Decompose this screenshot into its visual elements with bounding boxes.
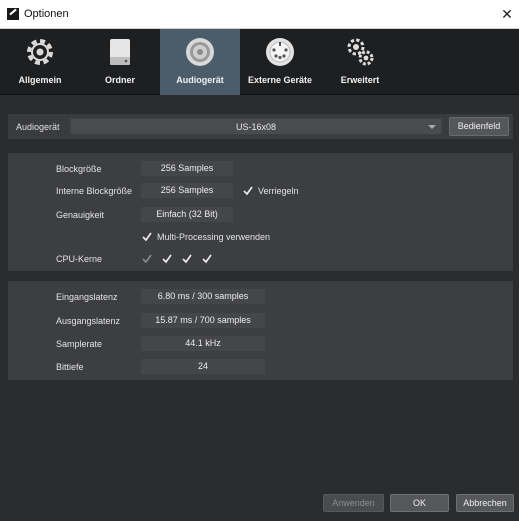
multiprocessing-checkbox[interactable] (142, 232, 152, 242)
gear-icon (27, 39, 53, 65)
block-size-label: Blockgröße (56, 164, 102, 174)
audio-device-label: Audiogerät (16, 122, 60, 132)
cpu-core-1-checkbox (142, 254, 152, 264)
cpu-core-3-checkbox[interactable] (182, 254, 192, 264)
title-bar: Optionen ✕ (0, 0, 519, 29)
speaker-icon (186, 38, 214, 66)
cpu-core-4-checkbox[interactable] (202, 254, 212, 264)
close-window-button[interactable]: ✕ (495, 0, 519, 28)
cpu-core-2-checkbox[interactable] (162, 254, 172, 264)
tab-ordner[interactable]: Ordner (80, 29, 160, 95)
tab-externe-geraete[interactable]: Externe Geräte (240, 29, 320, 95)
tab-label: Ordner (104, 75, 135, 85)
output-latency-label: Ausgangslatenz (56, 316, 121, 326)
cpu-cores-label: CPU-Kerne (56, 254, 103, 264)
gears-icon (347, 38, 374, 66)
tab-label: Externe Geräte (247, 75, 313, 85)
internal-block-size-label: Interne Blockgröße (56, 186, 133, 196)
app-logo-icon (7, 8, 19, 20)
checkmark-icon (162, 254, 172, 264)
checkmark-icon (243, 186, 253, 196)
block-size-select[interactable]: 256 Samples (141, 161, 233, 176)
tab-erweitert[interactable]: Erweitert (320, 29, 400, 95)
checkmark-icon (182, 254, 192, 264)
tab-audiogeraet[interactable]: Audiogerät (160, 29, 240, 95)
sample-rate-label: Samplerate (56, 339, 103, 349)
output-latency-value: 15.87 ms / 700 samples (141, 313, 265, 328)
audio-device-row: Audiogerät US-16x08 Bedienfeld (7, 113, 514, 140)
tab-label: Allgemein (18, 75, 62, 85)
sample-rate-value: 44.1 kHz (141, 336, 265, 351)
checkmark-icon (142, 232, 152, 242)
category-toolbar: Allgemein Ordner Audiogerät Externe Gerä… (0, 29, 519, 95)
checkmark-icon (202, 254, 212, 264)
dropdown-arrow-icon (428, 125, 436, 129)
multiprocessing-label: Multi-Processing verwenden (157, 232, 271, 242)
tab-allgemein[interactable]: Allgemein (0, 29, 80, 95)
tab-label: Audiogerät (176, 75, 224, 85)
tab-label: Erweitert (340, 75, 380, 85)
control-panel-button[interactable]: Bedienfeld (449, 117, 509, 136)
lock-checkbox[interactable] (243, 186, 253, 196)
window-title: Optionen (24, 8, 69, 20)
midi-connector-icon (266, 38, 294, 66)
buffer-settings-group: Blockgröße 256 Samples Interne Blockgröß… (7, 152, 514, 272)
ok-button[interactable]: OK (390, 494, 449, 512)
lock-label: Verriegeln (258, 186, 299, 196)
apply-button[interactable]: Anwenden (323, 494, 384, 512)
drive-icon (110, 39, 130, 65)
precision-select[interactable]: Einfach (32 Bit) (141, 207, 233, 222)
latency-info-group: Eingangslatenz 6.80 ms / 300 samples Aus… (7, 280, 514, 381)
cancel-button[interactable]: Abbrechen (456, 494, 514, 512)
audio-device-value: US-16x08 (235, 122, 277, 132)
input-latency-label: Eingangslatenz (56, 292, 118, 302)
checkmark-icon (142, 254, 152, 264)
bit-depth-value: 24 (141, 359, 265, 374)
internal-block-size-select[interactable]: 256 Samples (141, 183, 233, 198)
bit-depth-label: Bittiefe (56, 362, 84, 372)
precision-label: Genauigkeit (56, 210, 105, 220)
audio-device-select[interactable]: US-16x08 (70, 118, 442, 135)
input-latency-value: 6.80 ms / 300 samples (141, 289, 265, 304)
